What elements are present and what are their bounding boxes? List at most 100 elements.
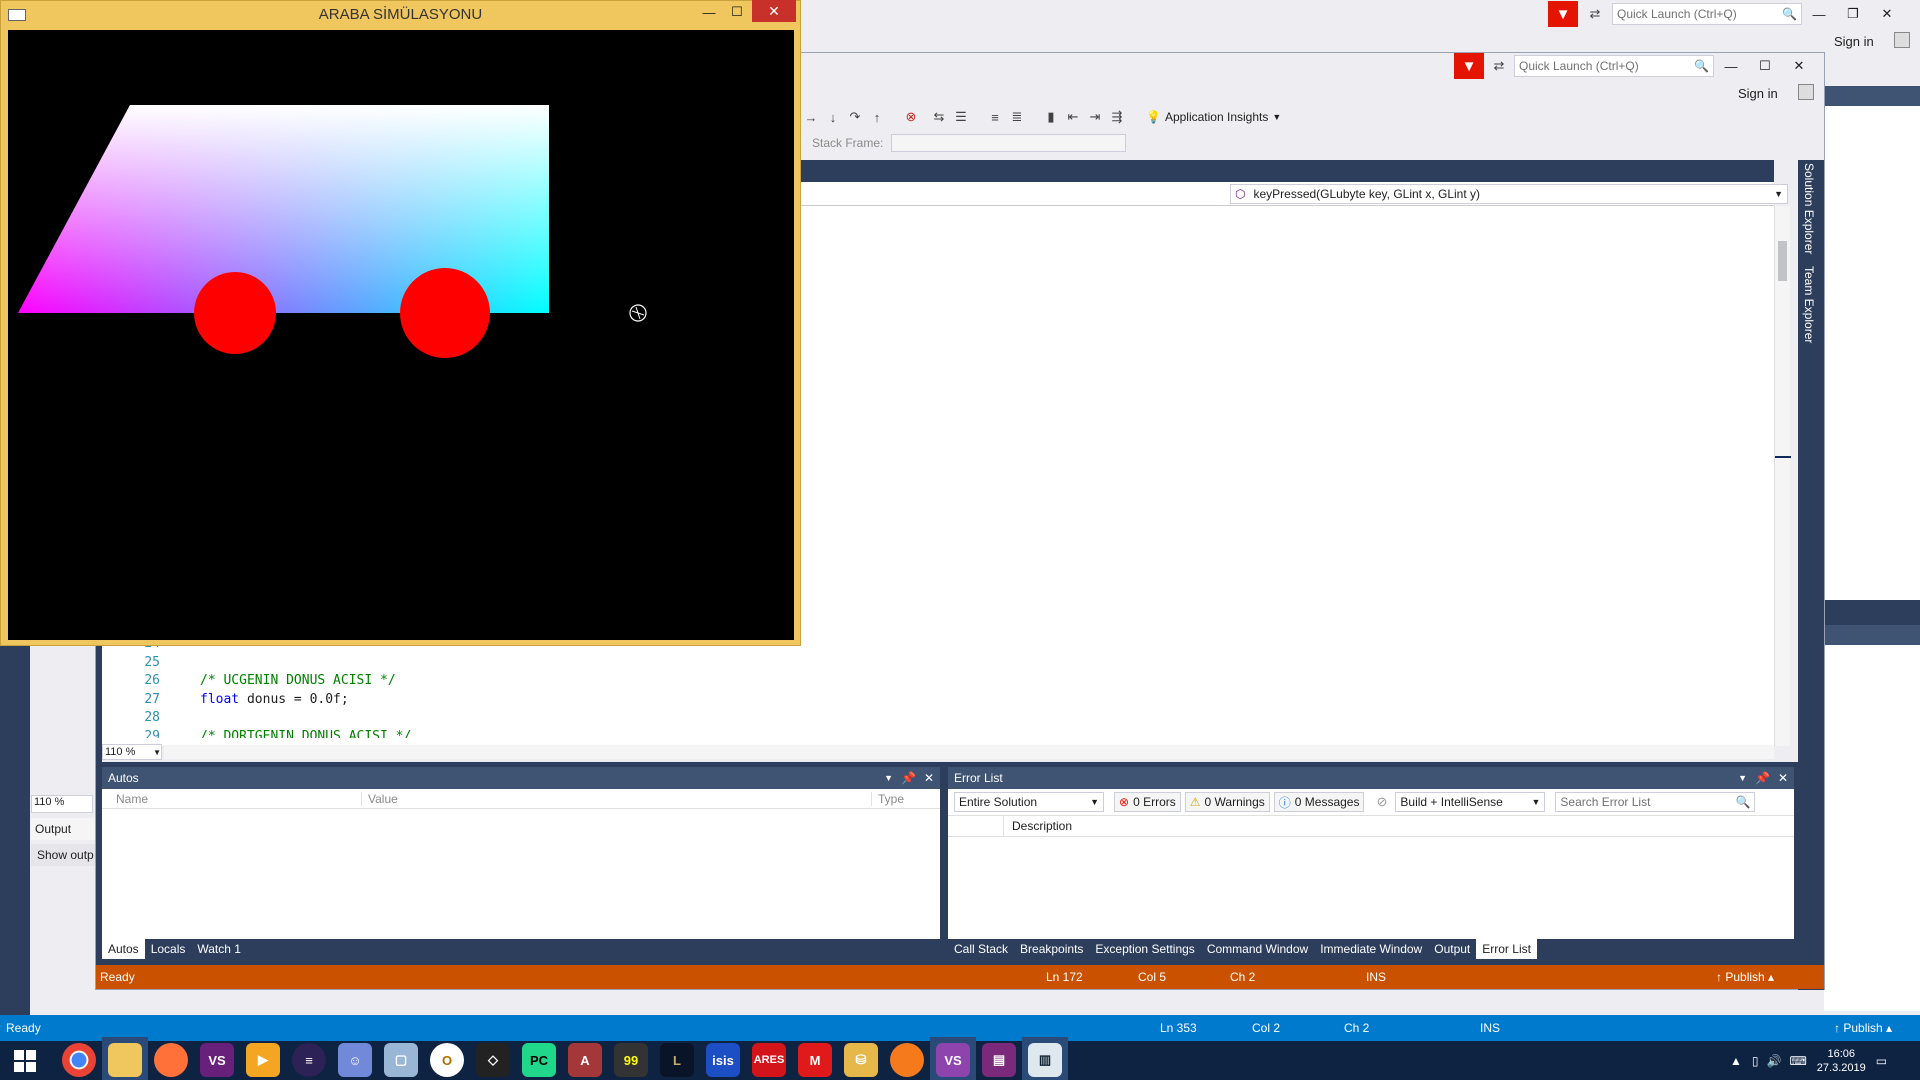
editor-horizontal-scrollbar[interactable]: [164, 745, 1774, 759]
prev-bookmark-icon[interactable]: ⇤: [1062, 106, 1084, 128]
volume-icon[interactable]: 🔊: [1767, 1054, 1782, 1068]
pycharm-icon[interactable]: PC: [516, 1037, 562, 1080]
tab-command-window[interactable]: Command Window: [1201, 939, 1314, 959]
indent-icon[interactable]: ≡: [984, 106, 1006, 128]
notepad-icon[interactable]: ▥: [1022, 1037, 1068, 1080]
inner-close-button[interactable]: ✕: [1782, 54, 1816, 78]
firefox-dev-icon[interactable]: [884, 1037, 930, 1080]
unity-icon[interactable]: ◇: [470, 1037, 516, 1080]
next-bookmark-icon[interactable]: ⇥: [1084, 106, 1106, 128]
discord-icon[interactable]: ☺: [332, 1037, 378, 1080]
tab-call-stack[interactable]: Call Stack: [948, 939, 1014, 959]
winrar-icon[interactable]: ▤: [976, 1037, 1022, 1080]
outer-output-title[interactable]: Output: [31, 818, 97, 840]
clock[interactable]: 16:06 27.3.2019: [1817, 1047, 1866, 1075]
inner-feedback-icon[interactable]: ⇄: [1488, 55, 1510, 77]
media-player-icon[interactable]: ▶: [240, 1037, 286, 1080]
inner-publish-button[interactable]: ↑ Publish ▴: [1716, 970, 1774, 984]
virtualbox-icon[interactable]: ▢: [378, 1037, 424, 1080]
autos-column-value[interactable]: Value: [362, 791, 872, 806]
database-icon[interactable]: ⛁: [838, 1037, 884, 1080]
outer-close-button[interactable]: ✕: [1870, 2, 1904, 26]
outer-account-icon[interactable]: [1894, 32, 1910, 48]
sim-close-button[interactable]: ✕: [752, 0, 796, 22]
error-list-column-description[interactable]: Description: [1004, 819, 1072, 833]
clear-bookmarks-icon[interactable]: ⇶: [1106, 106, 1128, 128]
terminal-icon[interactable]: 99: [608, 1037, 654, 1080]
visual-studio-icon[interactable]: VS: [194, 1037, 240, 1080]
network-icon[interactable]: ▯: [1752, 1054, 1759, 1068]
format-icon[interactable]: ☰: [950, 106, 972, 128]
access-icon[interactable]: A: [562, 1037, 608, 1080]
bookmark-icon[interactable]: ▮: [1040, 106, 1062, 128]
inner-maximize-button[interactable]: ☐: [1748, 54, 1782, 78]
messages-filter-button[interactable]: ⓘ 0 Messages: [1273, 792, 1365, 812]
build-filter-combo[interactable]: Build + IntelliSense ▼: [1395, 792, 1546, 812]
feedback-icon[interactable]: ⇄: [1584, 3, 1606, 25]
tab-watch-1[interactable]: Watch 1: [191, 939, 247, 959]
league-icon[interactable]: L: [654, 1037, 700, 1080]
sim-maximize-button[interactable]: ☐: [720, 0, 754, 24]
start-button[interactable]: [0, 1041, 50, 1080]
step-over-icon[interactable]: →: [800, 106, 822, 128]
side-tab-solution-explorer[interactable]: Solution Explorer: [1802, 163, 1816, 254]
inner-account-icon[interactable]: [1798, 84, 1814, 100]
keyboard-icon[interactable]: ⌨: [1789, 1054, 1806, 1068]
panel-dropdown-icon[interactable]: ▼: [884, 773, 893, 783]
outer-quick-launch-input[interactable]: Quick Launch (Ctrl+Q) 🔍: [1612, 3, 1802, 25]
opera-icon[interactable]: O: [424, 1037, 470, 1080]
inner-sign-in[interactable]: Sign in: [1738, 86, 1778, 101]
side-tab-team-explorer[interactable]: Team Explorer: [1802, 266, 1816, 343]
outdent-icon[interactable]: ≣: [1006, 106, 1028, 128]
notification-filter-icon[interactable]: ▼: [1548, 1, 1578, 27]
firefox-icon[interactable]: [148, 1037, 194, 1080]
autos-column-name[interactable]: Name: [102, 791, 362, 806]
scope-combo[interactable]: Entire Solution ▼: [954, 792, 1104, 812]
file-explorer-icon[interactable]: [102, 1037, 148, 1080]
tray-expand-icon[interactable]: ▲: [1730, 1054, 1742, 1068]
close-icon[interactable]: ✕: [924, 771, 934, 785]
eclipse-icon[interactable]: ≡: [286, 1037, 332, 1080]
ares-icon[interactable]: ARES: [746, 1037, 792, 1080]
close-icon[interactable]: ✕: [1778, 771, 1788, 785]
application-insights-button[interactable]: 💡 Application Insights ▼: [1146, 110, 1281, 124]
step-into-icon[interactable]: ↓: [822, 106, 844, 128]
pin-icon[interactable]: 📌: [901, 771, 916, 785]
visual-studio-active-icon[interactable]: VS: [930, 1037, 976, 1080]
step-out-icon[interactable]: ↑: [866, 106, 888, 128]
outer-publish-button[interactable]: ↑ Publish ▴: [1834, 1021, 1892, 1035]
stack-frame-combo[interactable]: [891, 134, 1127, 152]
member-dropdown[interactable]: ⬡ keyPressed(GLubyte key, GLint x, GLint…: [1230, 184, 1788, 204]
inner-notification-filter-icon[interactable]: ▼: [1454, 53, 1484, 79]
notifications-icon[interactable]: ▭: [1876, 1054, 1887, 1068]
tab-breakpoints[interactable]: Breakpoints: [1014, 939, 1089, 959]
warnings-filter-button[interactable]: ⚠ 0 Warnings: [1184, 792, 1270, 812]
microchip-icon[interactable]: M: [792, 1037, 838, 1080]
outer-minimize-button[interactable]: —: [1802, 2, 1836, 26]
tab-exception-settings[interactable]: Exception Settings: [1089, 939, 1200, 959]
clear-filter-icon[interactable]: ⊘: [1376, 794, 1387, 810]
outer-sign-in[interactable]: Sign in: [1834, 34, 1874, 49]
tab-error-list[interactable]: Error List: [1476, 939, 1537, 959]
isis-icon[interactable]: isis: [700, 1037, 746, 1080]
tab-autos[interactable]: Autos: [102, 939, 145, 959]
search-error-list-input[interactable]: Search Error List 🔍: [1555, 792, 1756, 812]
breakpoints-icon[interactable]: ⊗: [900, 106, 922, 128]
step-back-icon[interactable]: ↷: [844, 106, 866, 128]
autos-column-type[interactable]: Type: [872, 792, 904, 806]
inner-quick-launch-input[interactable]: Quick Launch (Ctrl+Q) 🔍: [1514, 55, 1714, 77]
thread-icon[interactable]: ⇆: [928, 106, 950, 128]
editor-zoom-combo[interactable]: 110 % ▼: [102, 744, 162, 760]
tab-locals[interactable]: Locals: [145, 939, 192, 959]
pin-icon[interactable]: 📌: [1755, 771, 1770, 785]
scrollbar-thumb[interactable]: [1778, 241, 1787, 281]
editor-vertical-scrollbar[interactable]: [1774, 206, 1791, 746]
outer-restore-button[interactable]: ❐: [1836, 2, 1870, 26]
errors-filter-button[interactable]: ⊗ 0 Errors: [1114, 792, 1181, 812]
chrome-icon[interactable]: [56, 1037, 102, 1080]
inner-minimize-button[interactable]: —: [1714, 54, 1748, 78]
tab-immediate-window[interactable]: Immediate Window: [1314, 939, 1428, 959]
outer-zoom-combo[interactable]: 110 %: [31, 795, 93, 813]
panel-dropdown-icon[interactable]: ▼: [1738, 773, 1747, 783]
outer-show-output[interactable]: Show outp: [31, 844, 97, 866]
